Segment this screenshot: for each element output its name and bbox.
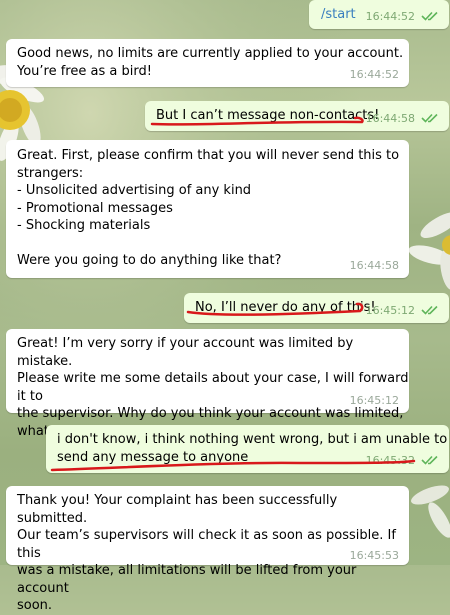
message-text: But I can’t message non-contacts!	[156, 108, 380, 123]
message-meta: 16:44:52	[366, 8, 439, 26]
message-meta: 16:45:12	[350, 392, 399, 410]
incoming-message-no-limits[interactable]: Good news, no limits are currently appli…	[6, 39, 409, 87]
double-check-icon	[421, 306, 438, 315]
message-meta: 16:45:32	[366, 452, 439, 470]
message-meta: 16:44:58	[366, 110, 439, 128]
double-check-icon	[421, 12, 438, 21]
message-list[interactable]: /start 16:44:52 Good news, no limits are…	[0, 0, 450, 613]
message-time: 16:44:58	[349, 258, 399, 272]
message-text: No, I’ll never do any of this!	[195, 300, 376, 315]
double-check-icon	[421, 456, 438, 465]
double-check-icon	[421, 114, 438, 123]
message-meta: 16:45:12	[366, 302, 439, 320]
message-text: Great. First, please confirm that you wi…	[17, 148, 400, 268]
message-text: Good news, no limits are currently appli…	[17, 46, 404, 79]
incoming-message-details[interactable]: Great! I’m very sorry if your account wa…	[6, 329, 409, 439]
message-time: 16:44:52	[349, 67, 399, 81]
message-time: 16:45:12	[349, 393, 399, 407]
message-time: 16:44:58	[365, 111, 415, 125]
message-time: 16:44:52	[365, 9, 415, 23]
outgoing-message-start[interactable]: /start 16:44:52	[309, 0, 449, 29]
outgoing-message-non-contacts[interactable]: But I can’t message non-contacts! 16:44:…	[145, 101, 449, 131]
message-time: 16:45:12	[365, 303, 415, 317]
message-meta: 16:44:52	[350, 66, 399, 84]
incoming-message-confirm[interactable]: Great. First, please confirm that you wi…	[6, 140, 409, 278]
message-meta: 16:45:53	[350, 547, 399, 565]
message-meta: 16:44:58	[350, 257, 399, 275]
message-time: 16:45:53	[349, 548, 399, 562]
incoming-message-submitted[interactable]: Thank you! Your complaint has been succe…	[6, 486, 409, 613]
command-link[interactable]: /start	[321, 6, 356, 24]
outgoing-message-never[interactable]: No, I’ll never do any of this! 16:45:12	[184, 293, 449, 323]
message-time: 16:45:32	[365, 453, 415, 467]
outgoing-message-unable[interactable]: i don't know, i think nothing went wrong…	[46, 425, 449, 473]
